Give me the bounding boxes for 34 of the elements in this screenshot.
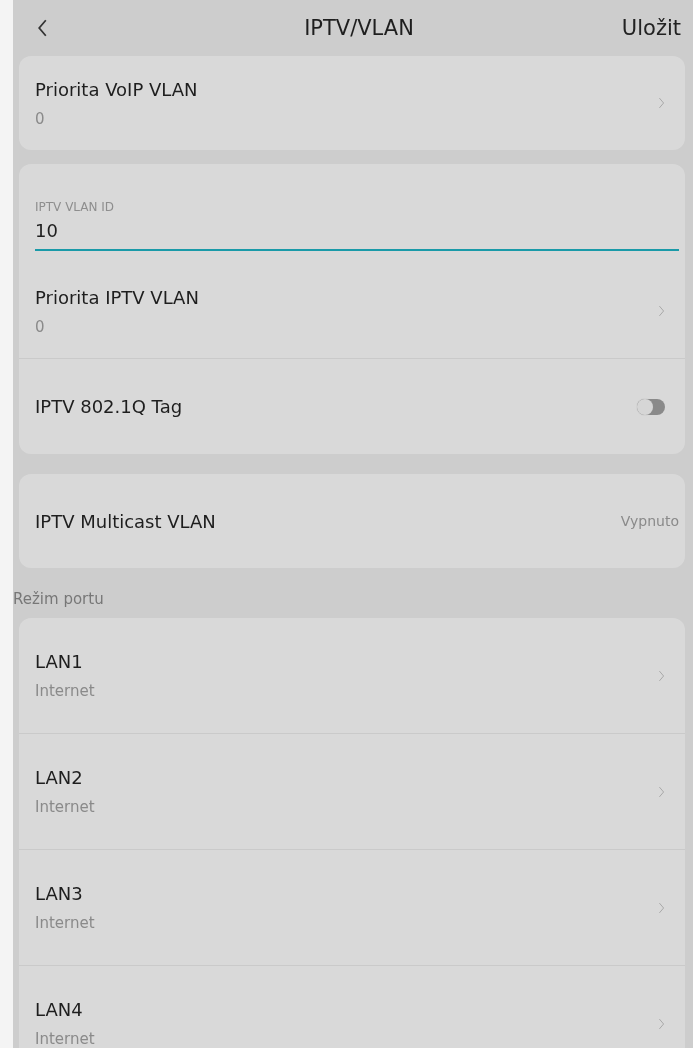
port-name: LAN3: [35, 883, 84, 904]
vlan-id-field[interactable]: IPTV VLAN ID 10: [35, 177, 679, 251]
row-value: 0: [35, 109, 46, 128]
port-name: LAN4: [35, 999, 84, 1020]
port-name: LAN1: [35, 651, 84, 672]
port-row[interactable]: LAN4 Internet: [19, 966, 685, 1048]
settings-row[interactable]: Priorita IPTV VLAN 0: [19, 264, 685, 359]
port-name: LAN2: [35, 767, 84, 788]
port-mode: Internet: [35, 1030, 95, 1048]
port-mode: Internet: [35, 914, 95, 932]
toggle-switch[interactable]: [637, 398, 665, 415]
settings-row[interactable]: IPTV Multicast VLAN Vypnuto: [19, 474, 685, 568]
row-label: IPTV Multicast VLAN: [35, 510, 216, 532]
chevron-icon: [658, 97, 665, 109]
port-mode: Internet: [35, 798, 95, 816]
settings-row[interactable]: Priorita VoIP VLAN 0: [19, 56, 685, 150]
page-title: IPTV/VLAN: [304, 16, 414, 40]
status-value: Vypnuto: [620, 513, 679, 529]
section-title: Režim portu: [13, 589, 105, 610]
row-label: Priorita IPTV VLAN: [35, 286, 199, 308]
port-row[interactable]: LAN1 Internet: [19, 618, 685, 734]
row-label: Priorita VoIP VLAN: [35, 78, 198, 100]
row-label: IPTV 802.1Q Tag: [35, 396, 183, 417]
chevron-icon: [658, 1017, 665, 1030]
chevron-icon: [658, 901, 665, 914]
save-button[interactable]: Uložit: [621, 12, 681, 44]
row-value: 0: [35, 317, 46, 336]
port-row[interactable]: LAN2 Internet: [19, 734, 685, 850]
port-row[interactable]: LAN3 Internet: [19, 850, 685, 966]
back-icon[interactable]: [37, 19, 48, 37]
chevron-icon: [658, 305, 665, 317]
port-mode: Internet: [35, 682, 95, 700]
chevron-icon: [658, 785, 665, 798]
chevron-icon: [658, 669, 665, 682]
